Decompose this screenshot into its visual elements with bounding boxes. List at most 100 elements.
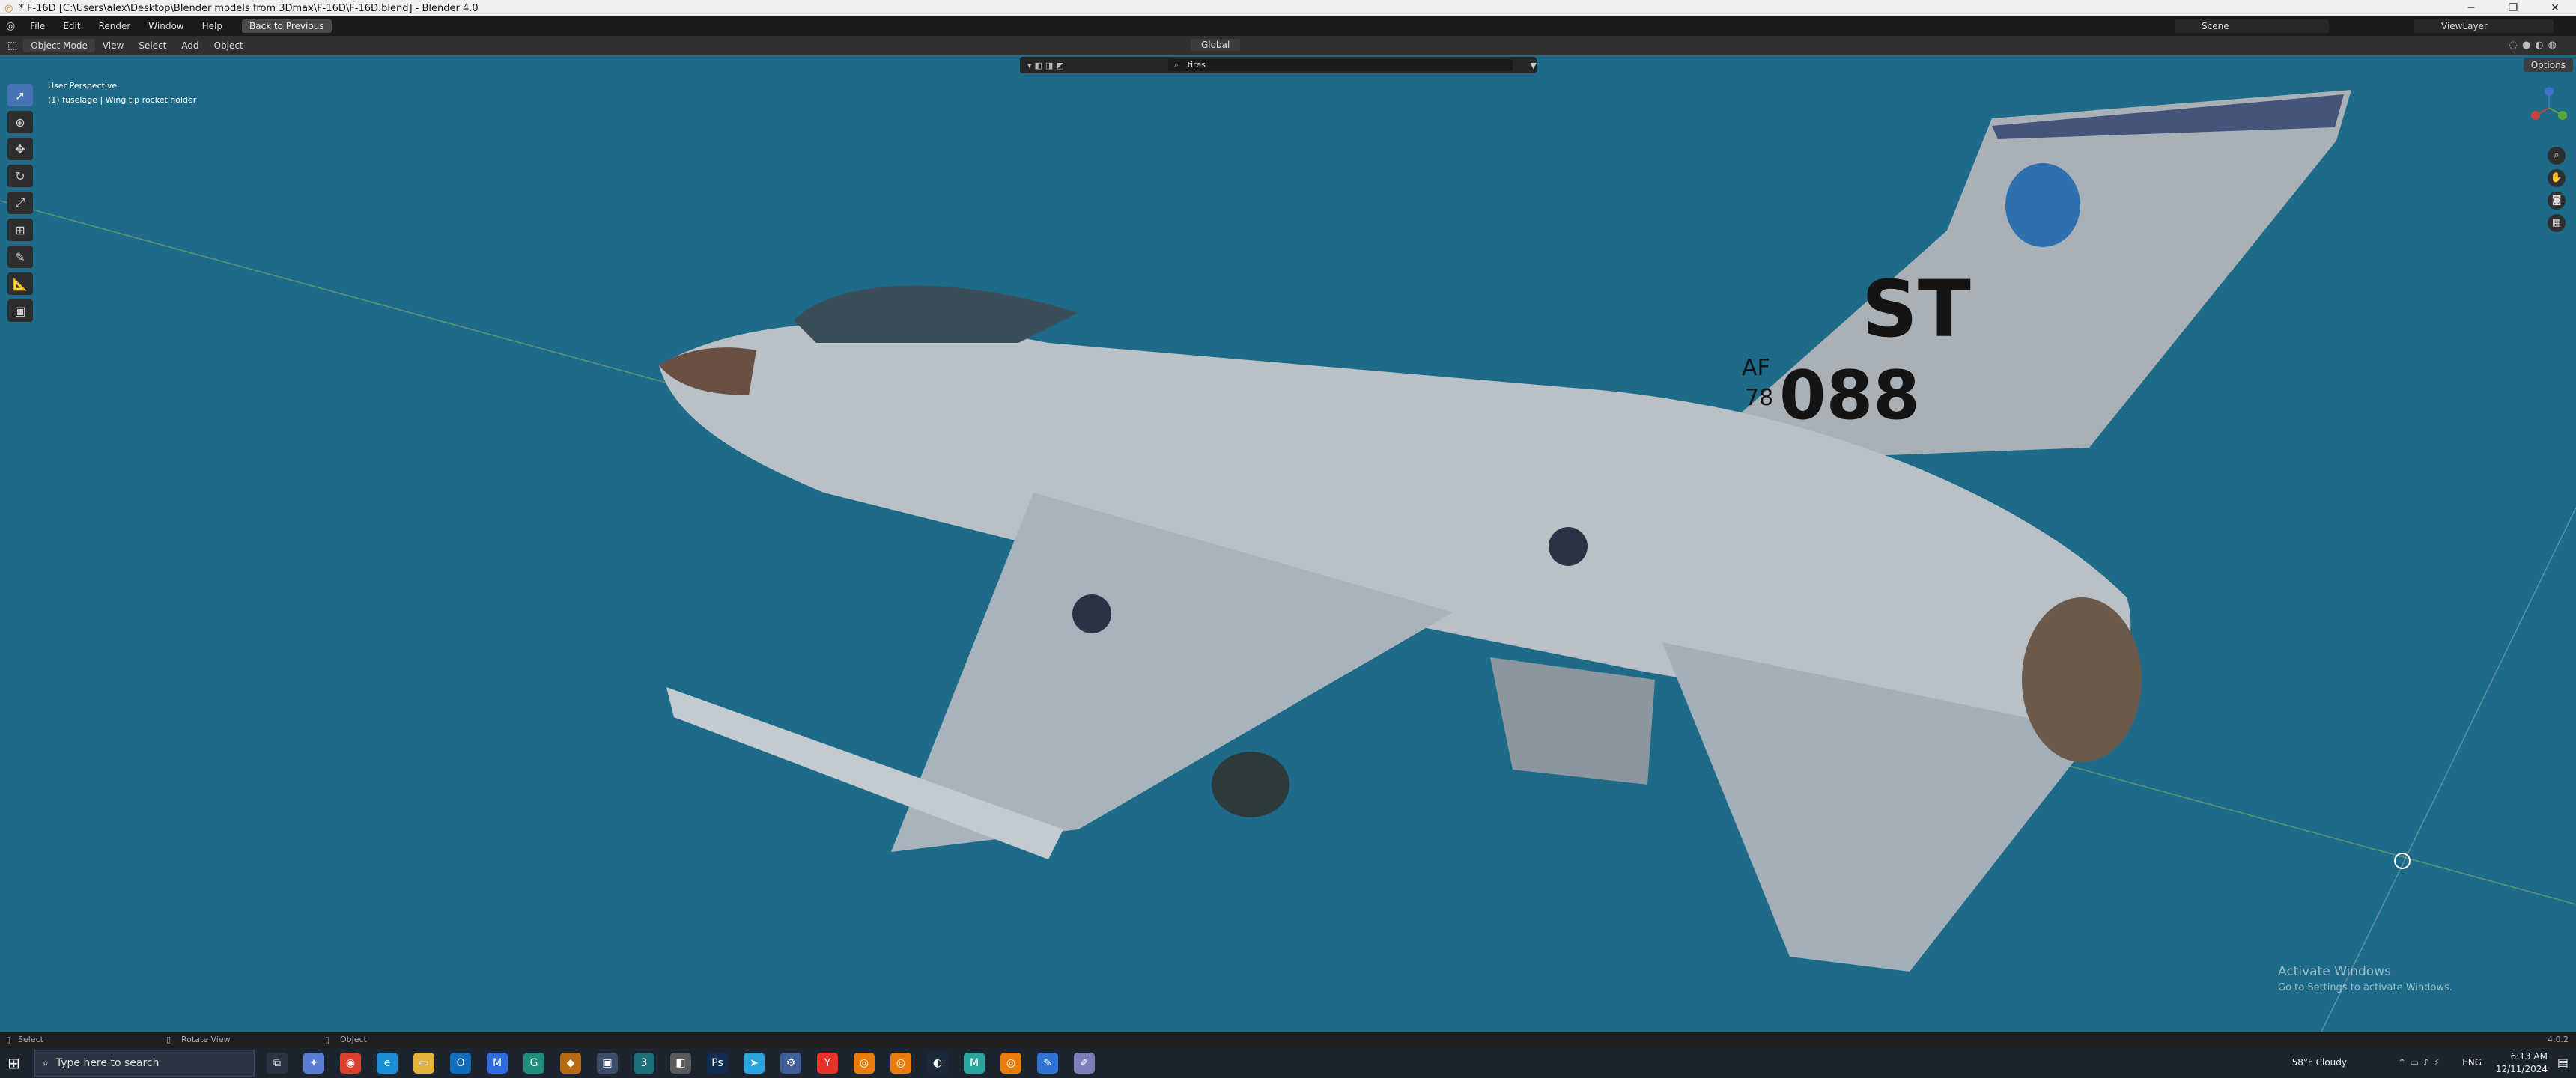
active-object-label: (1) fuselage | Wing tip rocket holder	[48, 95, 197, 105]
activate-windows-watermark: Activate Windows Go to Settings to activ…	[2278, 964, 2452, 993]
status-select: Select	[18, 1035, 43, 1044]
funnel-icon[interactable]: ▼	[1531, 61, 1537, 70]
measure-tool-button[interactable]: 📐	[7, 272, 33, 295]
activate-subtitle: Go to Settings to activate Windows.	[2278, 982, 2452, 993]
menu-select[interactable]: Select	[131, 40, 174, 51]
clock[interactable]: 6:13 AM 12/11/2024	[2496, 1051, 2548, 1074]
search-placeholder: Type here to search	[55, 1057, 160, 1069]
scale-tool-button[interactable]: ⤢	[7, 192, 33, 214]
outliner-search-field[interactable]: ⌕ tires	[1167, 59, 1513, 71]
blender-1-icon[interactable]: ◎	[854, 1053, 875, 1074]
notification-icon[interactable]: ▤	[2557, 1056, 2569, 1070]
app-3-icon[interactable]: ◧	[670, 1053, 691, 1074]
close-button[interactable]: ✕	[2534, 0, 2576, 16]
search-value: tires	[1187, 60, 1206, 70]
steam-icon[interactable]: ◐	[927, 1053, 948, 1074]
transform-tool-button[interactable]: ⊞	[7, 219, 33, 241]
cursor-tool-button[interactable]: ⊕	[7, 111, 33, 133]
menu-add[interactable]: Add	[174, 40, 206, 51]
menu-object[interactable]: Object	[207, 40, 251, 51]
language-indicator[interactable]: ENG	[2462, 1057, 2482, 1068]
move-tool-button[interactable]: ✥	[7, 138, 33, 160]
tail-code: ST	[1862, 264, 1971, 355]
settings-icon[interactable]: ⚙	[780, 1053, 801, 1074]
task-view-icon[interactable]: ⧉	[267, 1053, 288, 1074]
blender-2-icon[interactable]: ◎	[890, 1053, 911, 1074]
select-box-tool-button[interactable]: ➚	[7, 84, 33, 106]
move-icon: ✥	[15, 141, 25, 156]
blender-version: 4.0.2	[2548, 1035, 2569, 1044]
taskbar-search-box[interactable]: ⌕ Type here to search	[34, 1050, 255, 1077]
menu-view[interactable]: View	[95, 40, 131, 51]
telegram-icon[interactable]: ➤	[744, 1053, 765, 1074]
blender-menu-icon[interactable]: ◎	[0, 20, 21, 32]
fuselage-roundel	[1549, 527, 1588, 566]
chrome-icon[interactable]: ◉	[340, 1053, 361, 1074]
view-layer-selector[interactable]: ViewLayer	[2414, 19, 2554, 33]
date: 12/11/2024	[2495, 1064, 2548, 1074]
search-icon: ⌕	[1173, 60, 1179, 70]
annotate-tool-button[interactable]: ✎	[7, 246, 33, 268]
window-title: * F-16D [C:\Users\alex\Desktop\Blender m…	[19, 2, 479, 14]
rotate-icon: ↻	[15, 168, 25, 183]
windows-start-icon[interactable]: ⊞	[7, 1054, 20, 1072]
viewport-shading-icons[interactable]: ◌●◐◍	[2509, 40, 2561, 51]
photoshop-icon[interactable]: Ps	[707, 1053, 728, 1074]
filter-icons[interactable]: ▾◧◨◩	[1027, 61, 1067, 70]
menu-window[interactable]: Window	[139, 21, 192, 31]
menu-edit[interactable]: Edit	[54, 21, 89, 31]
options-dropdown[interactable]: Options	[2523, 58, 2573, 72]
messenger-icon[interactable]: M	[487, 1053, 508, 1074]
top-menubar: ◎ File Edit Render Window Help Back to P…	[0, 16, 2576, 36]
gitkraken-icon[interactable]: G	[523, 1053, 544, 1074]
rotate-tool-button[interactable]: ↻	[7, 165, 33, 187]
maximize-button[interactable]: ❐	[2492, 0, 2534, 16]
orientation-dropdown[interactable]: Global	[1191, 39, 1241, 51]
app-1-icon[interactable]: ◆	[560, 1053, 581, 1074]
menu-help[interactable]: Help	[193, 21, 231, 31]
menu-render[interactable]: Render	[90, 21, 140, 31]
editor-type-icon[interactable]: ⬚	[7, 40, 17, 52]
tail-emblem	[2005, 163, 2080, 247]
pan-hand-icon[interactable]: ✋	[2548, 169, 2566, 187]
navigation-gizmo[interactable]	[2528, 87, 2570, 129]
sketch-app-icon[interactable]: ✎	[1037, 1053, 1058, 1074]
perspective-label: User Perspective	[48, 81, 118, 91]
file-explorer-icon[interactable]: ▭	[413, 1053, 434, 1074]
pencil-icon: ✎	[15, 249, 25, 264]
tail-serial: 088	[1779, 356, 1920, 435]
crosshair-icon: ⊕	[15, 115, 25, 130]
blender-3-icon[interactable]: ◎	[1000, 1053, 1021, 1074]
mouse-left-icon: ▯	[6, 1035, 11, 1044]
tray-icons[interactable]: ⌃▭♪⚡	[2399, 1057, 2444, 1068]
camera-icon[interactable]: ◙	[2548, 192, 2566, 210]
maya-icon[interactable]: M	[964, 1053, 985, 1074]
tool-shelf: ➚ ⊕ ✥ ↻ ⤢ ⊞ ✎ 📐 ▣	[7, 84, 36, 326]
weather-text[interactable]: 58°F Cloudy	[2292, 1057, 2347, 1068]
mode-dropdown[interactable]: Object Mode	[23, 39, 95, 52]
scene-selector[interactable]: Scene	[2175, 19, 2329, 33]
cursor-arrow-icon: ➚	[15, 88, 25, 103]
edge-icon[interactable]: e	[377, 1053, 398, 1074]
back-to-previous-button[interactable]: Back to Previous	[241, 19, 332, 33]
viewport-overlay-text: User Perspective (1) fuselage | Wing tip…	[48, 81, 196, 109]
grid-icon[interactable]: ▦	[2548, 214, 2566, 232]
time: 6:13 AM	[2510, 1051, 2548, 1062]
3ds-max-icon[interactable]: 3	[634, 1053, 654, 1074]
paint-app-icon[interactable]: ✐	[1074, 1053, 1095, 1074]
outlook-icon[interactable]: O	[450, 1053, 471, 1074]
viewport-canvas[interactable]	[0, 73, 2576, 1032]
status-object: Object	[340, 1035, 367, 1044]
copilot-icon[interactable]: ✦	[303, 1053, 324, 1074]
status-bar: ▯ Select ▯ Rotate View ▯ Object 4.0.2	[0, 1032, 2576, 1048]
zoom-icon[interactable]: ⌕	[2548, 147, 2566, 165]
yandex-icon[interactable]: Y	[817, 1053, 838, 1074]
search-icon: ⌕	[43, 1057, 49, 1069]
minimize-button[interactable]: ─	[2450, 0, 2492, 16]
menu-file[interactable]: File	[21, 21, 54, 31]
transform-icon: ⊞	[15, 222, 25, 237]
activate-title: Activate Windows	[2278, 964, 2391, 979]
viewport-header: ⬚ Object Mode View Select Add Object Glo…	[0, 36, 2576, 55]
app-2-icon[interactable]: ▣	[597, 1053, 618, 1074]
add-cube-tool-button[interactable]: ▣	[7, 299, 33, 322]
